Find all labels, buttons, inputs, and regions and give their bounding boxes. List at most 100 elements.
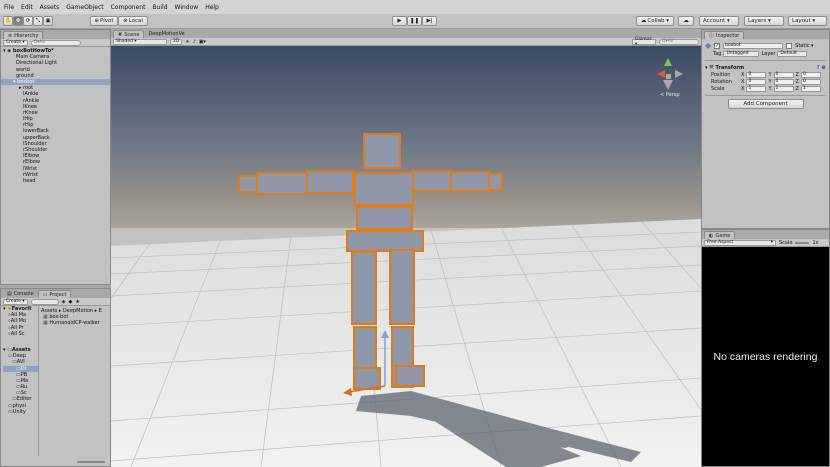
transform-z-field[interactable]: 1 xyxy=(800,85,821,92)
game-panel: ◐ Game Free Aspect ▾ Scale 1x No cameras r… xyxy=(701,229,830,467)
menu-item-window[interactable]: Window xyxy=(175,4,199,11)
hierarchy-tabstrip: ≡ Hierarchy xyxy=(1,30,110,39)
toggle-2d-label: 2D xyxy=(173,39,180,44)
static-checkbox[interactable] xyxy=(786,42,793,49)
menu-item-edit[interactable]: Edit xyxy=(21,4,33,11)
tab-scene[interactable]: # Scene xyxy=(113,30,145,38)
filter-icon[interactable]: ◈ xyxy=(62,299,66,305)
layout-dropdown[interactable]: Layout ▾ xyxy=(788,16,827,26)
menu-item-file[interactable]: File xyxy=(4,4,14,11)
left-elbow-box xyxy=(256,172,308,195)
transform-rotation-row: Rotation X 0 Y 0 Z 0 xyxy=(705,78,826,85)
transform-y-field[interactable]: 0 xyxy=(773,78,794,85)
menu-item-gameobject[interactable]: GameObject xyxy=(66,4,103,11)
menu-item-build[interactable]: Build xyxy=(152,4,167,11)
hierarchy-search-input[interactable]: Q▾All xyxy=(30,39,81,46)
asset-folder-label: Sc xyxy=(20,390,27,397)
scene-viewport[interactable]: < Persp xyxy=(111,46,701,467)
icon-size-slider[interactable] xyxy=(77,461,105,463)
tab-hierarchy[interactable]: ≡ Hierarchy xyxy=(3,31,44,39)
inspector-body: ◆ ✓ boxbot Static ▾ Tag Untagged Layer D… xyxy=(702,39,829,111)
layer-label: Layer xyxy=(761,50,776,57)
divider xyxy=(705,95,826,96)
right-shoulder-box xyxy=(412,170,452,192)
rotate-tool-button[interactable]: ⟳ xyxy=(23,16,33,26)
transform-row-label: Rotation xyxy=(711,78,732,85)
divider xyxy=(705,60,826,61)
bone-label: root xyxy=(23,85,34,92)
move-tool-button[interactable]: ✥ xyxy=(13,16,23,26)
project-search-input[interactable] xyxy=(30,298,59,305)
transform-y-field[interactable]: 1 xyxy=(773,85,794,92)
hand-tool-button[interactable]: ✋ xyxy=(3,16,13,26)
pivot-toggle[interactable]: ⊕ Pivot xyxy=(90,16,118,26)
project-folder-tree: ▾ ★Favorit ⌕All Ma ⌕All Mo ⌕All Pr ⌕All Sc … xyxy=(1,306,39,456)
services-button[interactable]: ☁ xyxy=(678,16,694,26)
pause-button[interactable]: ❚❚ xyxy=(407,16,422,26)
axis-label: Y xyxy=(768,78,772,85)
scale-value: 1x xyxy=(812,239,819,246)
gizmos-dropdown[interactable]: Gizmos ▾ xyxy=(632,37,656,47)
play-button[interactable]: ▶ xyxy=(392,16,407,26)
transform-z-field[interactable]: 0 xyxy=(800,78,821,85)
rect-tool-button[interactable]: ▣ xyxy=(43,16,53,26)
hierarchy-bone-item[interactable]: head xyxy=(3,178,110,184)
tab-console[interactable]: ▤ Console xyxy=(3,290,38,298)
layer-dropdown[interactable]: Default xyxy=(777,50,808,57)
toggle-2d-button[interactable]: 2D xyxy=(170,38,182,45)
transform-x-field[interactable]: 1 xyxy=(746,85,767,92)
aspect-dropdown[interactable]: Free Aspect ▾ xyxy=(704,239,776,246)
tab-inspector[interactable]: ⓘ Inspector xyxy=(704,31,745,39)
global-icon: ⊗ xyxy=(123,18,128,24)
object-name-field[interactable]: boxbot xyxy=(723,42,784,49)
active-checkbox[interactable]: ✓ xyxy=(714,42,721,49)
project-file-item[interactable]: ▦ HumanoidCP-walker xyxy=(43,320,108,326)
menu-item-component[interactable]: Component xyxy=(111,4,146,11)
inspector-tabstrip: ⓘ Inspector xyxy=(702,30,829,39)
tag-dropdown[interactable]: Untagged xyxy=(723,50,760,57)
account-dropdown[interactable]: Account ▾ xyxy=(699,16,739,26)
tab-deepmotion[interactable]: DeepMotionVe xyxy=(144,30,188,38)
left-hip-box xyxy=(351,251,377,325)
tab-project[interactable]: ▭ Project xyxy=(37,290,72,298)
transform-header[interactable]: ▾ ⤧ Transform ? ⚙ xyxy=(705,64,826,71)
scale-slider[interactable] xyxy=(795,241,810,244)
audio-icon[interactable]: ♪ xyxy=(192,39,195,45)
left-wrist-box xyxy=(238,175,258,193)
layers-dropdown[interactable]: Layers ▾ xyxy=(744,16,784,26)
menu-item-assets[interactable]: Assets xyxy=(40,4,60,11)
collab-button[interactable]: ☁ Collab ▾ xyxy=(636,16,674,26)
step-button[interactable]: ▶| xyxy=(422,16,437,26)
scale-tool-button[interactable]: ⤡ xyxy=(33,16,43,26)
scene-search-input[interactable]: Q▾All xyxy=(659,38,699,45)
project-create-button[interactable]: Create ▾ xyxy=(3,298,28,305)
label-icon[interactable]: ◆ xyxy=(69,299,73,305)
favorite-label: All Pr xyxy=(10,324,24,331)
favorite-label: All Sc xyxy=(10,330,25,337)
shading-dropdown[interactable]: Shaded ▾ xyxy=(113,38,167,45)
star-icon[interactable]: ★ xyxy=(75,299,79,305)
asset-folder-item[interactable]: ▭Unity xyxy=(3,409,38,415)
local-toggle[interactable]: ⊗ Local xyxy=(118,16,148,26)
scene-subbar: Shaded ▾ 2D ☀ ♪ ▣▾ Gizmos ▾ Q▾All xyxy=(111,37,701,47)
selected-item-label: boxbot xyxy=(17,78,35,85)
help-icon[interactable]: ? xyxy=(817,65,820,71)
asset-folder-label: DI xyxy=(20,365,27,372)
tab-game[interactable]: ◐ Game xyxy=(704,231,736,239)
transform-x-field[interactable]: 0 xyxy=(746,71,767,78)
transform-value: 1 xyxy=(802,86,806,91)
hierarchy-create-button[interactable]: Create ▾ xyxy=(3,39,28,46)
project-tabstrip: ▤ Console ▭ Project xyxy=(1,289,110,298)
lighting-icon[interactable]: ☀ xyxy=(185,39,189,45)
hierarchy-search-placeholder: Q▾All xyxy=(33,40,46,45)
settings-gear-icon[interactable]: ⚙ xyxy=(822,65,826,71)
asset-folder-label: Deep xyxy=(12,353,26,360)
add-component-label: Add Component xyxy=(743,101,788,107)
transform-y-field[interactable]: 0 xyxy=(773,71,794,78)
add-component-button[interactable]: Add Component xyxy=(727,99,804,109)
transform-x-field[interactable]: 0 xyxy=(746,78,767,85)
transform-scale-row: Scale X 1 Y 1 Z 1 xyxy=(705,85,826,92)
menu-item-help[interactable]: Help xyxy=(205,4,219,11)
effects-icon[interactable]: ▣▾ xyxy=(199,39,206,45)
transform-z-field[interactable]: 0 xyxy=(800,71,821,78)
